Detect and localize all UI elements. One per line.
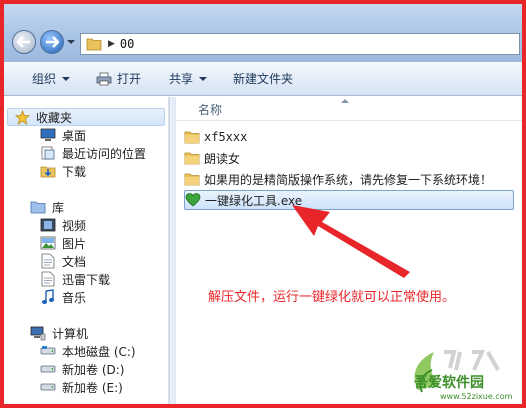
nav-item-documents[interactable]: 文档 <box>40 252 86 270</box>
address-bar[interactable]: ▶ 00 <box>80 33 520 55</box>
pane-splitter[interactable] <box>169 97 176 404</box>
new-folder-button[interactable]: 新建文件夹 <box>227 67 299 91</box>
printer-icon <box>96 72 112 85</box>
nav-item-computer[interactable]: 计算机 <box>30 324 88 342</box>
column-name: 名称 <box>198 103 223 117</box>
chevron-down-icon <box>199 76 208 81</box>
folder-icon <box>184 173 200 186</box>
share-label: 共享 <box>169 72 194 86</box>
breadcrumb-current[interactable]: 00 <box>120 37 134 51</box>
document-icon <box>40 253 56 269</box>
arrow-right-icon <box>46 36 59 48</box>
nav-label-downloads: 下载 <box>62 164 87 179</box>
desktop-icon <box>40 127 56 143</box>
sort-arrow-icon <box>341 99 349 103</box>
back-button[interactable] <box>12 30 36 54</box>
nav-item-xunlei[interactable]: 迅雷下载 <box>40 270 110 288</box>
nav-item-desktop[interactable]: 桌面 <box>40 126 86 144</box>
nav-label-libraries: 库 <box>52 200 65 215</box>
nav-item-new-volume-d[interactable]: 新加卷 (D:) <box>40 360 124 378</box>
nav-label-recent: 最近访问的位置 <box>62 146 147 161</box>
nav-label-music: 音乐 <box>62 290 87 305</box>
recent-places-icon <box>40 145 56 161</box>
nav-item-recent[interactable]: 最近访问的位置 <box>40 144 146 162</box>
list-item[interactable]: 朗读女 <box>184 148 514 168</box>
organize-label: 组织 <box>32 72 57 86</box>
new-folder-label: 新建文件夹 <box>233 72 294 86</box>
nav-item-libraries[interactable]: 库 <box>30 198 64 216</box>
nav-label-documents: 文档 <box>62 254 87 269</box>
document-icon <box>40 271 56 287</box>
drive-icon <box>40 343 56 359</box>
folder-icon <box>184 131 200 144</box>
video-icon <box>40 217 56 233</box>
music-note-icon <box>40 289 56 305</box>
nav-label-videos: 视频 <box>62 218 87 233</box>
folder-icon <box>86 38 102 51</box>
nav-label-xunlei: 迅雷下载 <box>62 272 111 287</box>
green-heart-icon <box>185 193 201 207</box>
drive-icon <box>40 379 56 395</box>
organize-button[interactable]: 组织 <box>26 67 76 91</box>
nav-label-local-disk: 本地磁盘 (C:) <box>62 344 136 359</box>
share-button[interactable]: 共享 <box>163 67 213 91</box>
nav-label-new-volume-d: 新加卷 (D:) <box>62 362 125 377</box>
nav-item-music[interactable]: 音乐 <box>40 288 86 306</box>
nav-item-downloads[interactable]: 下载 <box>40 162 86 180</box>
forward-button[interactable] <box>40 30 64 54</box>
drive-icon <box>40 361 56 377</box>
download-folder-icon <box>40 163 56 179</box>
annotation-text: 解压文件，运行一键绿化就可以正常使用。 <box>208 290 456 305</box>
nav-item-local-disk[interactable]: 本地磁盘 (C:) <box>40 342 136 360</box>
computer-icon <box>30 325 46 341</box>
list-item[interactable]: 如果用的是精简版操作系统，请先修复一下系统环境！ <box>184 169 514 189</box>
file-name: 朗读女 <box>204 151 241 166</box>
nav-item-favorites[interactable]: 收藏夹 <box>7 108 165 126</box>
column-header[interactable]: 名称 <box>176 97 522 121</box>
open-label: 打开 <box>117 72 142 86</box>
nav-label-pictures: 图片 <box>62 236 87 251</box>
star-icon <box>14 109 30 125</box>
breadcrumb-separator: ▶ <box>108 39 115 49</box>
nav-item-pictures[interactable]: 图片 <box>40 234 86 252</box>
file-name: 一键绿化工具.exe <box>205 193 303 208</box>
nav-label-desktop: 桌面 <box>62 128 87 143</box>
open-button[interactable]: 打开 <box>90 67 147 91</box>
watermark-url: www.52zixue.com <box>440 392 513 401</box>
nav-label-new-volume-e: 新加卷 (E:) <box>62 380 123 395</box>
command-bar: 组织 打开 共享 新建文件夹 <box>4 62 522 96</box>
picture-icon <box>40 235 56 251</box>
library-icon <box>30 199 46 215</box>
nav-label-computer: 计算机 <box>52 326 89 341</box>
nav-item-videos[interactable]: 视频 <box>40 216 86 234</box>
file-name: 如果用的是精简版操作系统，请先修复一下系统环境！ <box>204 172 493 187</box>
watermark-brand: 吾爱软件园 <box>414 375 484 391</box>
arrow-left-icon <box>17 36 30 48</box>
chevron-down-icon <box>62 76 71 81</box>
nav-label-favorites: 收藏夹 <box>36 110 73 125</box>
list-item-selected[interactable]: 一键绿化工具.exe <box>184 190 514 210</box>
navigation-pane: 收藏夹 桌面 最近访问的位置 下载 库 视频 图片 文档 迅雷下载 音乐 计算机… <box>4 97 169 404</box>
file-name: xf5xxx <box>204 130 248 144</box>
list-item[interactable]: xf5xxx <box>184 127 514 147</box>
nav-item-new-volume-e[interactable]: 新加卷 (E:) <box>40 378 123 396</box>
recent-pages-dropdown[interactable] <box>67 40 75 44</box>
folder-icon <box>184 152 200 165</box>
